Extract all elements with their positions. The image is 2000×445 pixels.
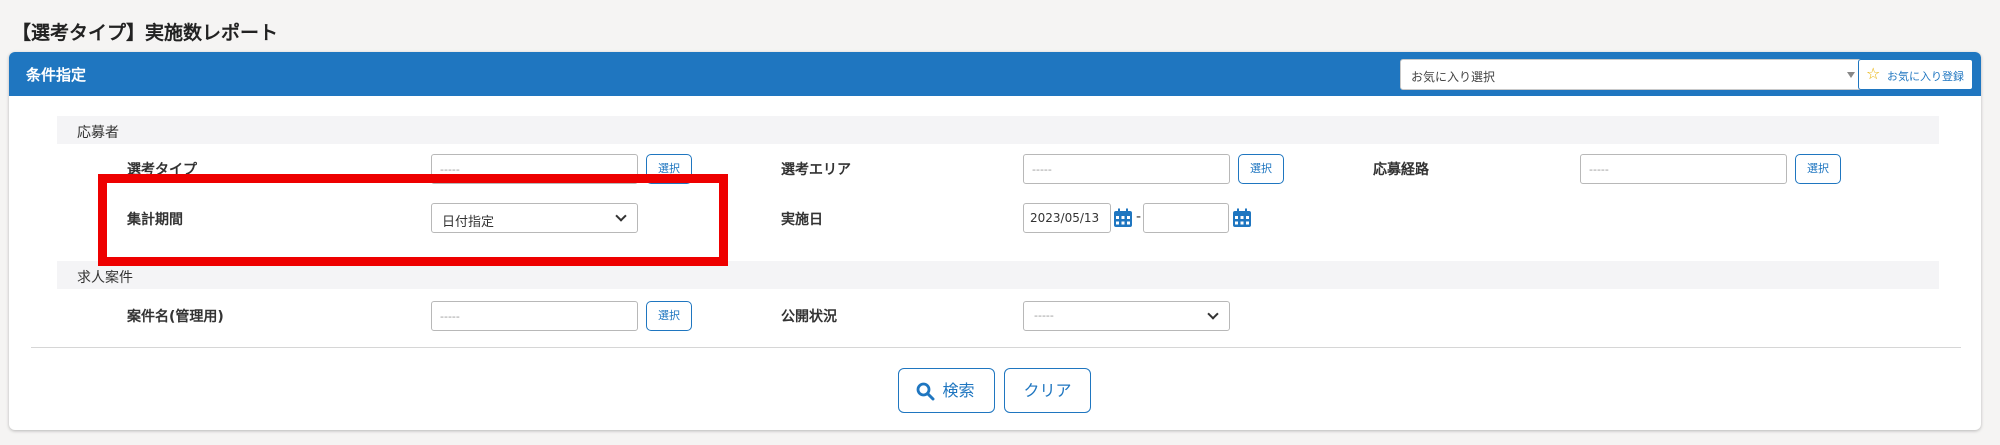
publish-status-label: 公開状況: [781, 309, 837, 325]
favorite-register-label: お気に入り登録: [1887, 70, 1964, 83]
caret-down-icon: [1847, 72, 1855, 78]
selection-area-input[interactable]: -----: [1023, 154, 1230, 184]
search-button[interactable]: 検索: [898, 368, 995, 413]
panel-title: 条件指定: [26, 66, 87, 84]
star-icon: ☆: [1866, 64, 1881, 83]
implementation-date-label: 実施日: [781, 212, 823, 228]
search-icon: [916, 382, 935, 401]
favorite-select[interactable]: お気に入り選択: [1400, 59, 1863, 90]
chevron-down-icon: [1207, 308, 1219, 320]
calendar-icon[interactable]: [1113, 208, 1133, 228]
case-name-select-button[interactable]: 選択: [646, 301, 692, 331]
favorite-register-button[interactable]: ☆ お気に入り登録: [1858, 59, 1973, 90]
selection-area-select-button[interactable]: 選択: [1238, 154, 1284, 184]
calendar-icon[interactable]: [1232, 208, 1252, 228]
clear-button[interactable]: クリア: [1004, 368, 1091, 413]
date-separator: -: [1136, 209, 1142, 225]
publish-status-value: -----: [1034, 309, 1054, 322]
publish-status-select[interactable]: -----: [1023, 301, 1230, 331]
section-applicant: 応募者: [57, 116, 1939, 144]
selection-area-label: 選考エリア: [781, 162, 851, 178]
case-name-label: 案件名(管理用): [127, 309, 224, 325]
condition-panel: 条件指定 お気に入り選択 ☆ お気に入り登録 応募者 選考タイプ ----- 選…: [9, 52, 1981, 430]
highlight-box: [98, 174, 728, 266]
section-applicant-label: 応募者: [77, 125, 119, 141]
divider: [31, 347, 1961, 348]
favorite-select-value: お気に入り選択: [1411, 70, 1496, 84]
page-title: 【選考タイプ】実施数レポート: [12, 22, 279, 44]
application-route-input[interactable]: -----: [1580, 154, 1787, 184]
section-job-label: 求人案件: [77, 270, 133, 286]
application-route-select-button[interactable]: 選択: [1795, 154, 1841, 184]
case-name-input[interactable]: -----: [431, 301, 638, 331]
date-from-input[interactable]: 2023/05/13: [1023, 203, 1111, 233]
panel-header: 条件指定 お気に入り選択 ☆ お気に入り登録: [9, 52, 1981, 96]
date-to-input[interactable]: [1143, 203, 1229, 233]
application-route-label: 応募経路: [1373, 162, 1429, 178]
